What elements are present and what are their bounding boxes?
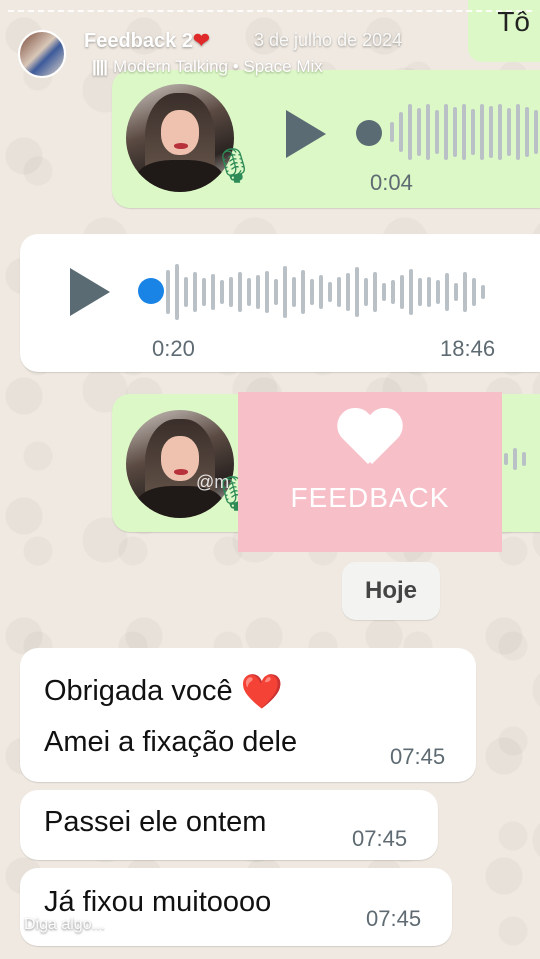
- story-reply-input[interactable]: Diga algo...: [24, 916, 105, 934]
- music-title: Modern Talking • Space Mix: [113, 57, 323, 76]
- message-text: Amei a fixação dele: [44, 726, 298, 758]
- playback-position-dot[interactable]: [356, 120, 382, 146]
- heart-icon: [338, 410, 402, 466]
- heart-icon: ❤: [192, 30, 210, 52]
- sticker-label: FEEDBACK: [290, 482, 450, 513]
- voice-duration: 0:04: [370, 170, 413, 195]
- message-bubble-incoming[interactable]: Já fixou muitoooo 07:45: [20, 868, 452, 946]
- voice-message-outgoing[interactable]: 🎙 0:04: [112, 70, 540, 208]
- message-bubble-incoming[interactable]: Obrigada você ❤️ Amei a fixação dele 07:…: [20, 648, 476, 782]
- message-time: 07:45: [366, 906, 422, 931]
- audio-waveform[interactable]: [166, 264, 485, 320]
- message-time: 07:45: [390, 744, 446, 769]
- story-title-text: Feedback 2: [84, 30, 193, 52]
- music-bars-icon: ||||: [92, 57, 108, 76]
- message-text: Já fixou muitoooo: [44, 886, 272, 918]
- message-text: Obrigada você ❤️: [44, 672, 283, 712]
- feedback-sticker[interactable]: FEEDBACK: [238, 392, 502, 552]
- message-text: Passei ele ontem: [44, 806, 267, 838]
- voice-message-incoming[interactable]: 0:20 18:46: [20, 234, 540, 372]
- voice-duration: 0:20: [152, 336, 195, 361]
- message-text-line: Obrigada você: [44, 675, 233, 707]
- playback-position-dot[interactable]: [138, 278, 164, 304]
- date-divider: Hoje: [342, 562, 440, 620]
- story-header: Feedback 2❤ 3 de julho de 2024 |||| Moder…: [18, 26, 470, 80]
- mic-icon: 🎙: [212, 147, 256, 185]
- message-time: 07:45: [352, 826, 408, 851]
- play-icon[interactable]: [70, 268, 110, 316]
- story-progress-bar: [8, 10, 532, 13]
- watermark-text: @m: [196, 472, 230, 492]
- story-avatar[interactable]: [18, 30, 66, 78]
- play-icon[interactable]: [286, 110, 326, 158]
- story-music[interactable]: |||| Modern Talking • Space Mix: [92, 57, 323, 77]
- message-bubble-incoming[interactable]: Passei ele ontem 07:45: [20, 790, 438, 860]
- heart-icon: ❤️: [240, 673, 284, 711]
- audio-waveform[interactable]: [390, 104, 540, 160]
- story-title: Feedback 2❤: [84, 28, 210, 53]
- story-date: 3 de julho de 2024: [254, 30, 403, 50]
- audio-waveform[interactable]: [504, 448, 526, 470]
- message-time: 18:46: [440, 336, 496, 361]
